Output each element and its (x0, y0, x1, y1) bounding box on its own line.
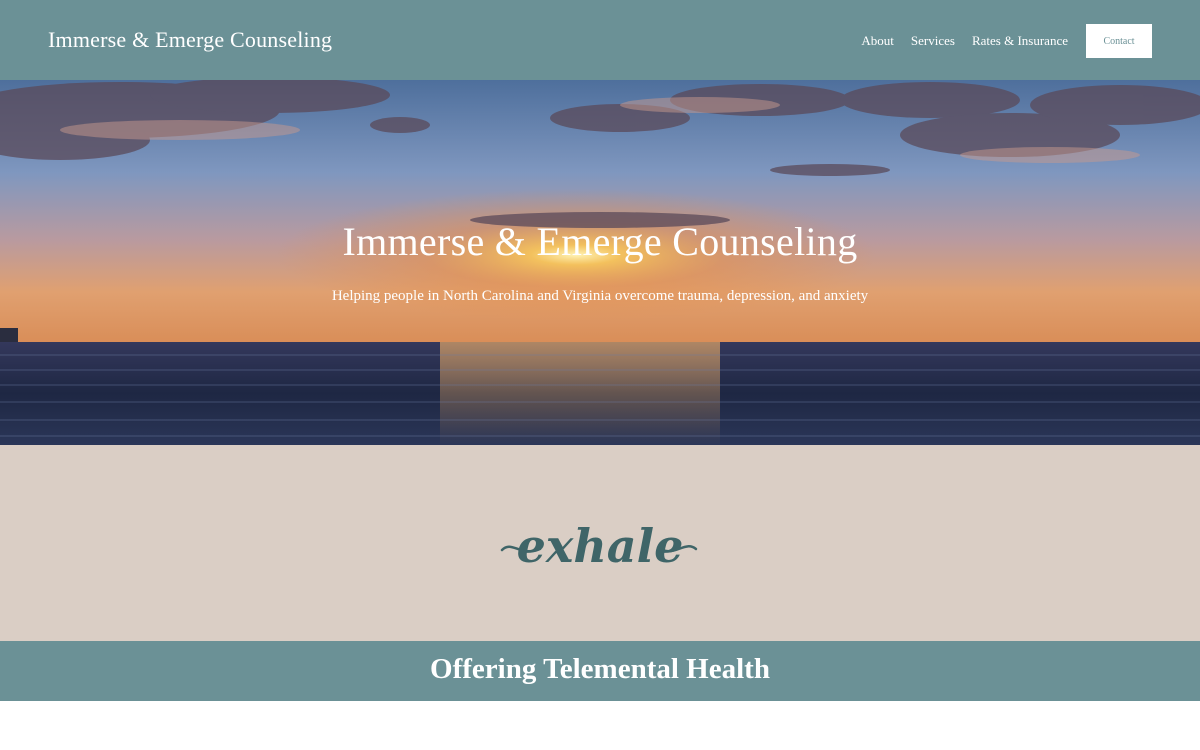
hero-section: Immerse & Emerge Counseling Helping peop… (0, 80, 1200, 445)
header-bar: Immerse & Emerge Counseling About Servic… (0, 0, 1200, 80)
exhale-word: exhale (517, 519, 684, 573)
site-brand[interactable]: Immerse & Emerge Counseling (48, 27, 332, 53)
telehealth-banner: Offering Telemental Health (0, 641, 1200, 701)
content-section (0, 701, 1200, 750)
nav-services-link[interactable]: Services (911, 25, 955, 57)
hero-title: Immerse & Emerge Counseling (342, 219, 858, 264)
nav-about-link[interactable]: About (861, 25, 894, 57)
hero-subtitle: Helping people in North Carolina and Vir… (331, 288, 869, 304)
exhale-script-graphic: exhale (500, 519, 698, 573)
main-nav: About Services Rates & Insurance Contact (844, 24, 1152, 58)
nav-rates-link[interactable]: Rates & Insurance (972, 25, 1068, 57)
contact-button[interactable]: Contact (1086, 24, 1152, 58)
telehealth-title: Offering Telemental Health (430, 653, 770, 685)
exhale-section: exhale (0, 445, 1200, 641)
